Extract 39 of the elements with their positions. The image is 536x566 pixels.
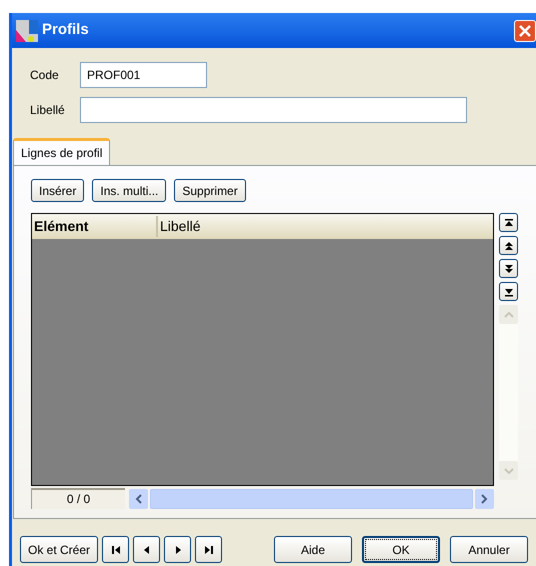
navigation-button[interactable]	[164, 536, 192, 563]
arrow-bottom-icon	[504, 286, 514, 296]
tab[interactable]: Lignes de profil	[13, 138, 110, 165]
navigation-button[interactable]	[102, 536, 130, 563]
app-logo-icon	[16, 20, 38, 42]
navigation-button[interactable]	[133, 536, 160, 563]
field-label: Code	[30, 67, 60, 84]
close-button[interactable]	[514, 20, 536, 42]
dialog-button[interactable]: OK	[362, 536, 440, 563]
window-title: Profils	[42, 20, 89, 40]
ok-and-create-button[interactable]: Ok et Créer	[20, 536, 98, 563]
chevron-right-icon	[481, 494, 488, 504]
move-row-button[interactable]	[499, 282, 518, 301]
toolbar-button[interactable]: Supprimer	[174, 179, 246, 202]
chevron-up-icon	[504, 312, 514, 318]
toolbar-button[interactable]: Insérer	[31, 179, 84, 202]
field-label: Libellé	[30, 102, 66, 119]
navigation-button[interactable]	[195, 536, 222, 563]
column-header[interactable]: Elément	[32, 216, 158, 237]
triangle-left-icon	[142, 544, 152, 554]
text-field[interactable]	[80, 97, 467, 123]
close-icon	[519, 24, 531, 36]
text-field[interactable]: PROF001	[80, 62, 207, 88]
record-counter: 0 / 0	[31, 488, 125, 509]
horizontal-scrollbar[interactable]	[129, 488, 494, 508]
column-header[interactable]: Libellé	[158, 216, 493, 237]
move-row-button[interactable]	[499, 259, 518, 278]
arrow-top-icon	[504, 218, 514, 228]
chevron-left-icon	[135, 494, 142, 504]
move-row-button[interactable]	[499, 213, 518, 232]
dialog-button[interactable]: Aide	[274, 536, 352, 563]
skip-right-icon	[204, 544, 214, 554]
toolbar-button[interactable]: Ins. multi...	[92, 179, 166, 202]
move-row-button[interactable]	[499, 236, 518, 255]
arrow-up-icon	[504, 240, 514, 250]
arrow-down-icon	[504, 264, 514, 274]
dialog-button[interactable]: Annuler	[450, 536, 528, 563]
skip-left-icon	[110, 544, 121, 554]
chevron-down-icon	[504, 468, 514, 474]
